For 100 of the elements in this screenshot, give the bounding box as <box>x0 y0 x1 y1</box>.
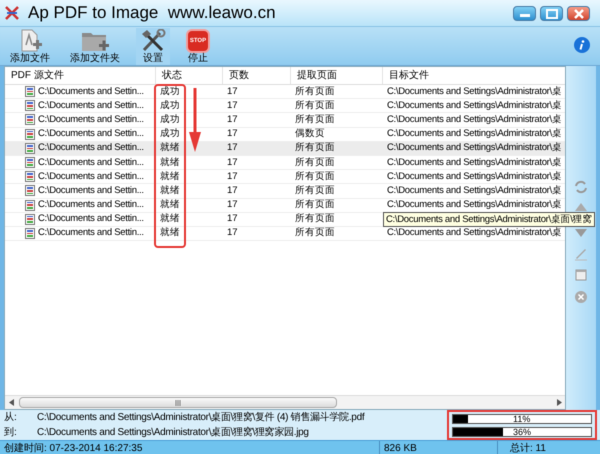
file-icon <box>25 114 35 126</box>
table-cell-text: 就绪 <box>159 212 181 226</box>
window-icon[interactable] <box>573 267 589 283</box>
table-cell-text: 所有页面 <box>294 156 336 170</box>
tools-icon <box>140 29 166 53</box>
file-icon <box>25 228 35 239</box>
table-cell-text: C:\Documents and Settings\Administrator\桌 <box>386 113 563 127</box>
column-header[interactable]: PDF 源文件 <box>5 67 156 84</box>
table-cell: C:\Documents and Settin... <box>38 226 144 240</box>
table-cell-text: 17 <box>226 198 239 212</box>
minimize-icon <box>520 14 530 16</box>
table-cell-text: 就绪 <box>159 198 181 212</box>
remove-icon[interactable] <box>573 289 589 305</box>
toolbar-button[interactable]: 添加文件 <box>6 28 54 65</box>
file-icon <box>25 185 35 196</box>
table-cell-text: 成功 <box>159 85 181 98</box>
table-cell-text: 就绪 <box>159 170 181 184</box>
table-cell: C:\Documents and Settin... <box>38 141 144 156</box>
table-cell-text: C:\Documents and Settings\Administrator\桌 <box>386 85 563 98</box>
table-cell-text: 所有页面 <box>294 226 336 240</box>
table-cell: C:\Documents and Settin... <box>38 170 144 184</box>
table-cell-text: 17 <box>226 85 239 98</box>
window-title: Ap PDF to Image www.leawo.cn <box>28 2 276 24</box>
table-row[interactable]: C:\Documents and Settin... 成功 17 所有页面 C:\Documents and Settings\Administrator\桌 <box>5 113 565 128</box>
file-icon <box>25 171 35 182</box>
table-cell: C:\Documents and Settin... <box>38 84 144 99</box>
table-cell-text: 17 <box>226 170 239 184</box>
table-cell: C:\Documents and Settin... <box>38 98 144 113</box>
table-cell-text: 所有页面 <box>294 113 336 127</box>
file-icon <box>25 100 35 112</box>
column-header[interactable]: 提取页面 <box>291 67 383 84</box>
file-icon <box>25 200 35 211</box>
table-cell-text: 就绪 <box>159 184 181 198</box>
tooltip: C:\Documents and Settings\Administrator\桌面\狸窝 <box>383 212 596 227</box>
toolbar-button[interactable]: 设置 <box>136 28 170 65</box>
table-cell-text: 所有页面 <box>294 85 336 98</box>
table-cell-text: C:\Documents and Settings\Administrator\桌 <box>386 184 563 198</box>
total-count: 总计: 11 <box>509 442 546 454</box>
table-cell-text: 就绪 <box>159 226 181 240</box>
table-cell-text: C:\Documents and Settings\Administrator\桌 <box>386 170 563 184</box>
table-cell-text: C:\Documents and Settings\Administrator\桌 <box>386 226 563 240</box>
table-cell-text: 17 <box>226 212 239 226</box>
horizontal-scrollbar[interactable] <box>5 395 565 409</box>
close-button[interactable] <box>567 6 590 20</box>
file-icon <box>25 157 35 168</box>
file-icon <box>25 214 35 225</box>
table-row[interactable]: C:\Documents and Settin... 就绪 17 所有页面 C:\Documents and Settings\Administrator\桌 <box>5 170 565 184</box>
table-cell-text: 所有页面 <box>294 198 336 212</box>
table-cell-text: 17 <box>226 226 239 240</box>
table-cell: C:\Documents and Settin... <box>38 184 144 198</box>
refresh-icon[interactable] <box>573 179 589 195</box>
table-cell-text: 17 <box>226 99 239 112</box>
toolbar-button[interactable]: 添加文件夹 <box>66 28 124 65</box>
table-cell-text: C:\Documents and Settings\Administrator\桌 <box>386 156 563 170</box>
table-row[interactable]: C:\Documents and Settin... 就绪 17 所有页面 C:\Documents and Settings\Administrator\桌 <box>5 184 565 198</box>
maximize-button[interactable] <box>540 6 563 20</box>
column-header[interactable]: 页数 <box>223 67 291 84</box>
close-icon <box>573 8 584 19</box>
info-icon[interactable] <box>574 37 590 53</box>
progress-reading: 36% <box>513 426 532 438</box>
scroll-thumb[interactable] <box>19 397 337 408</box>
minimize-button[interactable] <box>513 6 536 20</box>
table-cell-text: C:\Documents and Settings\Administrator\桌 <box>386 142 563 155</box>
table-cell-text: 所有页面 <box>294 99 336 112</box>
table-cell-text: 成功 <box>159 128 181 141</box>
table-row[interactable]: C:\Documents and Settin... 成功 17 偶数页 C:\Documents and Settings\Administrator\桌 <box>5 128 565 142</box>
down-arrow <box>189 88 201 152</box>
table-row[interactable]: C:\Documents and Settin... 就绪 17 所有页面 C:\Documents and Settings\Administrator\桌 <box>5 142 565 156</box>
table-cell-text: 就绪 <box>159 156 181 170</box>
table-cell-text: C:\Documents and Settings\Administrator\桌 <box>386 128 563 141</box>
table-cell-text: 17 <box>226 184 239 198</box>
table-row[interactable]: C:\Documents and Settin... 就绪 17 所有页面 C:\Documents and Settings\Administrator\桌 <box>5 156 565 170</box>
table-cell-text: 成功 <box>159 99 181 112</box>
maximize-icon <box>546 8 558 18</box>
created-time: 创建时间: 07-23-2014 16:27:35 <box>0 441 380 454</box>
table-cell-text: 成功 <box>159 113 181 127</box>
table-cell-text: 所有页面 <box>294 212 336 226</box>
file-icon <box>25 128 35 140</box>
file-size: 826 KB <box>380 441 498 454</box>
table-cell-text: 17 <box>226 113 239 127</box>
table-cell-text: 17 <box>226 128 239 141</box>
table-cell-text: C:\Documents and Settings\Administrator\桌 <box>386 198 563 212</box>
table-row[interactable]: C:\Documents and Settin... 成功 17 所有页面 C:\Documents and Settings\Administrator\桌 <box>5 85 565 100</box>
table-row[interactable]: C:\Documents and Settin... 就绪 17 所有页面 C:\Documents and Settings\Administrator\桌 <box>5 226 565 242</box>
table-cell: C:\Documents and Settin... <box>38 127 144 142</box>
progress-reading: 11% <box>513 412 530 424</box>
table-cell-text: 所有页面 <box>294 142 336 155</box>
table-cell-text: C:\Documents and Settings\Administrator\桌 <box>386 99 563 112</box>
table-cell-text: 17 <box>226 156 239 170</box>
table-cell-text: 17 <box>226 142 239 155</box>
file-path: C:\Documents and Settings\Administrator\桌面\狸窝\狸窝家园.jpg <box>37 426 309 440</box>
app-icon <box>4 5 20 21</box>
column-header[interactable]: 状态 <box>156 67 223 84</box>
table-cell: C:\Documents and Settin... <box>38 156 144 170</box>
table-cell-text: 偶数页 <box>294 128 326 141</box>
file-icon <box>25 142 35 154</box>
table-cell: C:\Documents and Settin... <box>38 212 144 226</box>
table-row[interactable]: C:\Documents and Settin... 成功 17 所有页面 C:\Documents and Settings\Administrator\桌 <box>5 99 565 114</box>
field-label: 从: <box>4 410 18 425</box>
file-path: C:\Documents and Settings\Administrator\桌面\狸窝\复件 (4) 销售漏斗学院.pdf <box>37 410 364 425</box>
